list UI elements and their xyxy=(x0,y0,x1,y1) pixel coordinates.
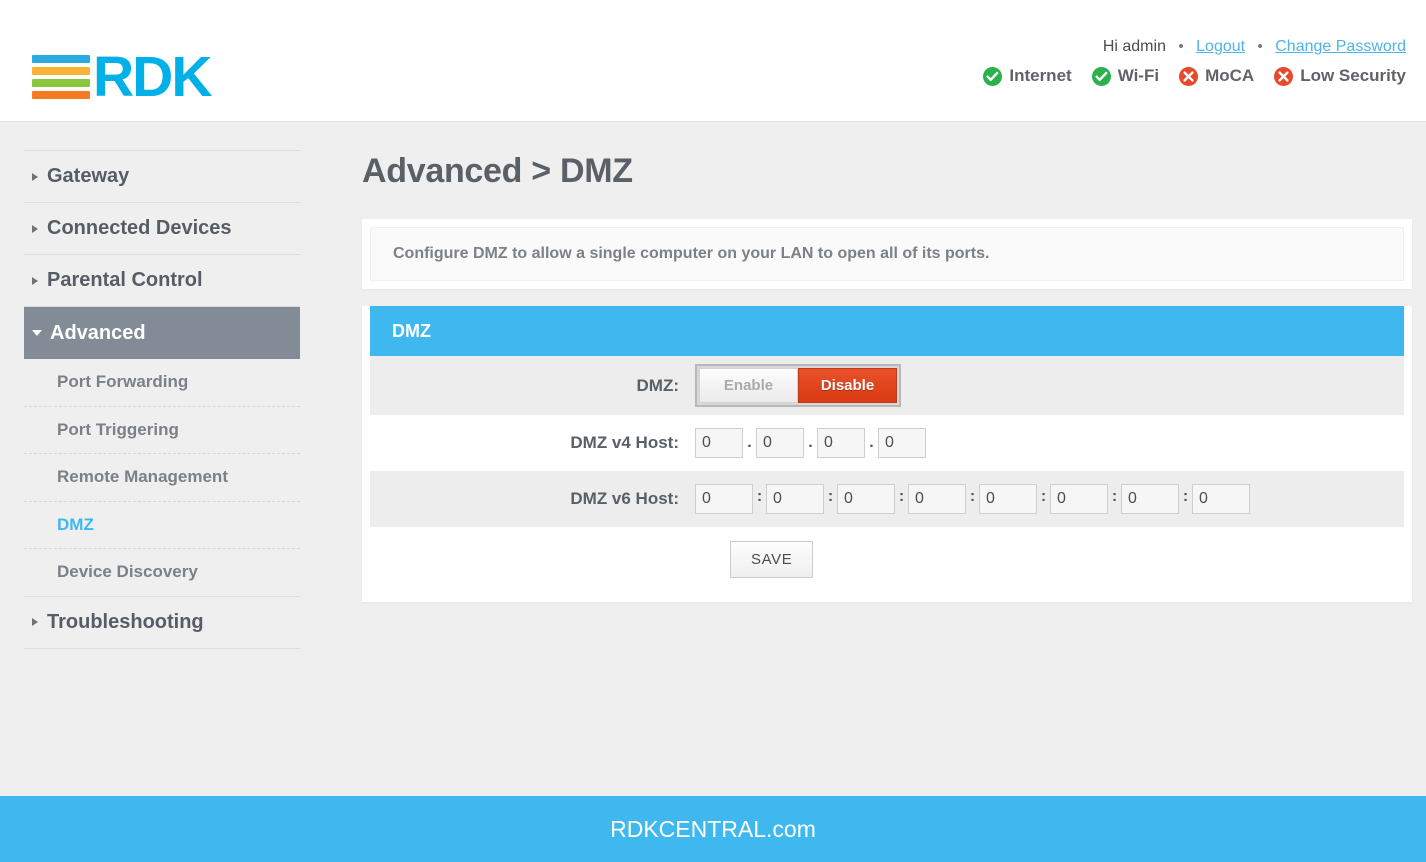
dmz-v4-host-label: DMZ v4 Host: xyxy=(570,433,679,452)
v4-separator: . xyxy=(808,434,813,451)
status-item-low-security[interactable]: Low Security xyxy=(1274,66,1406,86)
chevron-down-icon xyxy=(32,330,42,336)
dmz-v6-group-1[interactable] xyxy=(695,484,753,514)
status-label: Internet xyxy=(1009,66,1072,85)
sidebar-item-label: Parental Control xyxy=(47,269,203,291)
sidebar-item-gateway[interactable]: Gateway xyxy=(24,151,300,203)
sidebar-item-label: Troubleshooting xyxy=(47,610,204,633)
chevron-right-icon xyxy=(32,224,38,233)
dmz-v6-group-3[interactable] xyxy=(837,484,895,514)
description-text: Configure DMZ to allow a single computer… xyxy=(370,227,1404,281)
page-footer: RDKCENTRAL.com xyxy=(0,796,1426,862)
greeting-text: Hi admin xyxy=(1102,38,1166,55)
dmz-v4-octet-2[interactable] xyxy=(756,428,804,458)
v4-separator: . xyxy=(869,434,874,451)
sidebar-item-remote-management[interactable]: Remote Management xyxy=(24,454,300,502)
page-title: Advanced > DMZ xyxy=(362,152,633,190)
logout-link[interactable]: Logout xyxy=(1196,38,1245,55)
dmz-v6-group-8[interactable] xyxy=(1192,484,1250,514)
dmz-v6-group-4[interactable] xyxy=(908,484,966,514)
dmz-v6-host-fields: : : : : : : : xyxy=(695,484,1250,514)
change-password-link[interactable]: Change Password xyxy=(1275,38,1406,55)
sidebar-item-dmz[interactable]: DMZ xyxy=(24,502,300,549)
dmz-v6-group-2[interactable] xyxy=(766,484,824,514)
sidebar-item-advanced[interactable]: Advanced xyxy=(24,307,300,359)
description-card: Configure DMZ to allow a single computer… xyxy=(362,219,1412,289)
sidebar-item-label: Gateway xyxy=(47,165,130,187)
v6-separator: : xyxy=(827,488,834,505)
dmz-v6-group-6[interactable] xyxy=(1050,484,1108,514)
dmz-v4-host-row: DMZ v4 Host: . . . xyxy=(370,415,1404,471)
dmz-v4-host-fields: . . . xyxy=(695,428,926,458)
top-header: RDK Hi admin • Logout • Change Password … xyxy=(0,0,1426,122)
sidebar-item-parental-control[interactable]: Parental Control xyxy=(24,255,300,307)
dmz-toggle-label: DMZ: xyxy=(636,375,679,395)
chevron-right-icon xyxy=(32,172,38,181)
dmz-toggle-row: DMZ: Enable Disable xyxy=(370,356,1404,415)
dmz-panel: DMZ DMZ: Enable Disable DMZ v4 Host: . .… xyxy=(362,306,1412,602)
status-label: Low Security xyxy=(1300,66,1406,85)
panel-header: DMZ xyxy=(370,306,1404,356)
sidebar-nav: Gateway Connected Devices Parental Contr… xyxy=(0,122,322,796)
dmz-enable-disable-toggle[interactable]: Enable Disable xyxy=(695,364,901,407)
status-item-wifi[interactable]: Wi-Fi xyxy=(1091,66,1160,86)
separator-dot: • xyxy=(1178,38,1184,55)
dmz-v6-group-7[interactable] xyxy=(1121,484,1179,514)
account-row: Hi admin • Logout • Change Password xyxy=(963,38,1406,56)
v4-separator: . xyxy=(747,434,752,451)
status-label: Wi-Fi xyxy=(1117,66,1160,85)
chevron-right-icon xyxy=(32,618,38,626)
logo-wordmark: RDK xyxy=(93,45,212,109)
rdk-logo[interactable]: RDK xyxy=(32,45,212,109)
sidebar-item-connected-devices[interactable]: Connected Devices xyxy=(24,203,300,255)
header-right: Hi admin • Logout • Change Password Inte… xyxy=(963,38,1406,86)
sidebar-item-device-discovery[interactable]: Device Discovery xyxy=(24,549,300,597)
v6-separator: : xyxy=(756,488,763,505)
chevron-right-icon xyxy=(32,276,38,285)
status-item-moca[interactable]: MoCA xyxy=(1179,66,1254,86)
v6-separator: : xyxy=(969,488,976,505)
save-row: SAVE xyxy=(370,527,1404,594)
separator-dot: • xyxy=(1257,38,1263,55)
status-indicator-row: Internet Wi-Fi MoCA Low Security xyxy=(963,66,1406,86)
x-circle-icon xyxy=(1179,66,1199,86)
save-button[interactable]: SAVE xyxy=(730,541,814,578)
dmz-v6-host-row: DMZ v6 Host: : : : : : : : xyxy=(370,471,1404,527)
dmz-v4-octet-1[interactable] xyxy=(695,428,743,458)
logo-bars-icon xyxy=(32,55,90,99)
sidebar-item-label: Advanced xyxy=(50,321,146,344)
check-circle-icon xyxy=(1091,66,1111,86)
sidebar-item-port-forwarding[interactable]: Port Forwarding xyxy=(24,359,300,407)
v6-separator: : xyxy=(1040,488,1047,505)
enable-button[interactable]: Enable xyxy=(699,368,798,403)
sidebar-item-troubleshooting[interactable]: Troubleshooting xyxy=(24,597,300,649)
dmz-v6-group-5[interactable] xyxy=(979,484,1037,514)
v6-separator: : xyxy=(898,488,905,505)
sidebar-item-port-triggering[interactable]: Port Triggering xyxy=(24,407,300,454)
sidebar-item-label: Connected Devices xyxy=(47,217,232,239)
dmz-v6-host-label: DMZ v6 Host: xyxy=(570,489,679,508)
v6-separator: : xyxy=(1111,488,1118,505)
dmz-v4-octet-3[interactable] xyxy=(817,428,865,458)
dmz-v4-octet-4[interactable] xyxy=(878,428,926,458)
panel-title: DMZ xyxy=(392,320,431,341)
check-circle-icon xyxy=(983,66,1003,86)
x-circle-icon xyxy=(1274,66,1294,86)
disable-button[interactable]: Disable xyxy=(798,368,897,403)
status-item-internet[interactable]: Internet xyxy=(983,66,1072,86)
status-label: MoCA xyxy=(1205,66,1255,85)
main-content: Advanced > DMZ Configure DMZ to allow a … xyxy=(322,122,1426,796)
v6-separator: : xyxy=(1182,488,1189,505)
footer-text: RDKCENTRAL.com xyxy=(610,815,816,842)
